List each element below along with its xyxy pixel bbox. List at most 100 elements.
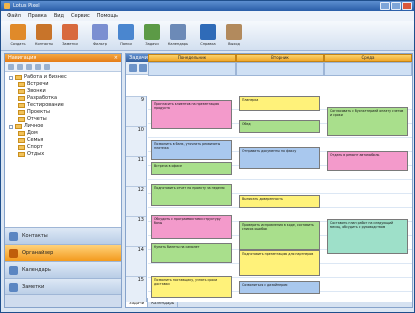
module-label-2: Календарь: [22, 267, 51, 273]
toolbar-button-4[interactable]: Папки: [113, 21, 139, 51]
close-icon[interactable]: ×: [114, 54, 118, 62]
module-button-0[interactable]: Контакты: [5, 227, 121, 244]
toolbar-button-6[interactable]: Календарь: [165, 21, 191, 51]
toolbar-button-7[interactable]: Справка: [195, 21, 221, 51]
properties-icon[interactable]: [44, 64, 50, 70]
navigation-panel-title: Навигация: [8, 55, 37, 61]
time-slot-label: 10: [126, 126, 146, 154]
tree-node[interactable]: Семья: [9, 137, 121, 144]
folder-icon: [18, 152, 25, 157]
tree-node[interactable]: Личное: [9, 123, 121, 130]
folder-icon: [15, 75, 22, 80]
folder-icon: [18, 117, 25, 122]
appointment[interactable]: Обед: [239, 120, 320, 134]
tree-node[interactable]: Работа и бизнес: [9, 74, 121, 81]
tree-node-label: Отдых: [27, 151, 45, 157]
tree-node-label: Личное: [24, 123, 44, 129]
appointment[interactable]: Обсудить с программистами структуру базы: [151, 214, 232, 239]
appointment[interactable]: Позвонить поставщику, узнать сроки доста…: [151, 276, 232, 299]
tree-node[interactable]: Звонки: [9, 88, 121, 95]
menu-item-4[interactable]: Помощь: [97, 11, 118, 21]
appointment[interactable]: Пригласить клиентов на презентацию проду…: [151, 100, 232, 129]
menu-item-3[interactable]: Сервис: [71, 11, 90, 21]
add-folder-icon[interactable]: [8, 64, 14, 70]
tree-node[interactable]: Встречи: [9, 81, 121, 88]
appointment[interactable]: Подготовить презентацию для партнеров: [239, 250, 320, 277]
toolbar-label-8: Выход: [228, 42, 240, 46]
tree-node-label: Проекты: [27, 109, 50, 115]
window-controls: [380, 2, 412, 10]
module-button-3[interactable]: Заметки: [5, 278, 121, 295]
back-icon[interactable]: [129, 64, 137, 72]
expand-icon[interactable]: [9, 124, 13, 129]
tree-node[interactable]: Разработка: [9, 95, 121, 102]
appointment[interactable]: Согласовать с бухгалтерией оплату счетов…: [327, 107, 408, 136]
toolbar-button-8[interactable]: Выход: [221, 21, 247, 51]
folder-icon: [18, 82, 25, 87]
folder-tree: Работа и бизнес Встречи Звонки Разработка Те…: [5, 72, 121, 158]
toolbar-icon-8: [226, 24, 242, 40]
toolbar-button-0[interactable]: Создать: [5, 21, 31, 51]
module-switcher: Контакты Органайзер Календарь Заметки: [5, 227, 121, 295]
toolbar-label-1: Контакты: [34, 42, 53, 46]
minimize-button[interactable]: [380, 2, 390, 10]
module-label-1: Органайзер: [22, 250, 54, 256]
day-column-header[interactable]: Вторник: [236, 54, 324, 62]
appointment[interactable]: Подготовить отчет по проекту за неделю: [151, 184, 232, 206]
appointment[interactable]: Встреча в офисе: [151, 162, 232, 176]
tree-toolbar: [5, 62, 121, 72]
toolbar-button-5[interactable]: Задачи: [139, 21, 165, 51]
toolbar-icon-0: [10, 24, 26, 40]
appointment[interactable]: Планерка: [239, 96, 320, 112]
folder-icon: [18, 110, 25, 115]
delete-folder-icon[interactable]: [17, 64, 23, 70]
toolbar-button-3[interactable]: Фильтр: [87, 21, 113, 51]
module-button-1[interactable]: Органайзер: [5, 244, 121, 261]
all-day-area[interactable]: [324, 62, 412, 76]
module-switcher-footer: [5, 294, 121, 307]
day-column-header[interactable]: Среда: [324, 54, 412, 62]
tree-node[interactable]: Тестирование: [9, 102, 121, 109]
window-title: Lotus Pixel: [13, 3, 40, 9]
expand-icon[interactable]: [9, 75, 13, 80]
menu-item-0[interactable]: Файл: [7, 11, 21, 21]
time-ruler: 9 10 11 12 13 14 15: [126, 96, 147, 302]
appointment[interactable]: Составить план работ на следующий месяц,…: [327, 219, 408, 255]
tree-node[interactable]: Дом: [9, 130, 121, 137]
appointment[interactable]: Выписать доверенность: [239, 195, 320, 209]
toolbar-button-1[interactable]: Контакты: [31, 21, 57, 51]
toolbar-label-0: Создать: [10, 42, 26, 46]
tree-node-label: Семья: [27, 137, 44, 143]
time-slot-label: 9: [126, 96, 146, 124]
menu-bar: Файл Правка Вид Сервис Помощь: [1, 11, 414, 21]
module-button-2[interactable]: Календарь: [5, 261, 121, 278]
toolbar-icon-3: [92, 24, 108, 40]
folder-icon: [18, 145, 25, 150]
appointment[interactable]: Проверить исправления в коде, составить …: [239, 221, 320, 250]
menu-item-1[interactable]: Правка: [28, 11, 47, 21]
appointment[interactable]: Отдать в ремонт автомобиль: [327, 151, 408, 171]
appointment[interactable]: Позвонить в банк, уточнить реквизиты пла…: [151, 140, 232, 160]
folder-icon: [18, 89, 25, 94]
appointment[interactable]: Созвониться с дизайнером: [239, 280, 320, 294]
tree-node[interactable]: Проекты: [9, 109, 121, 116]
toolbar-button-2[interactable]: Заметки: [57, 21, 83, 51]
appointment[interactable]: Отправить документы по факсу: [239, 146, 320, 169]
navigation-panel: Навигация × Работа и бизнес Встречи Звонки…: [4, 53, 122, 308]
forward-icon[interactable]: [139, 64, 147, 72]
toolbar-label-3: Фильтр: [93, 42, 107, 46]
tree-node[interactable]: Отчеты: [9, 116, 121, 123]
tree-node[interactable]: Спорт: [9, 144, 121, 151]
move-up-icon[interactable]: [26, 64, 32, 70]
all-day-area[interactable]: [236, 62, 324, 76]
menu-item-2[interactable]: Вид: [54, 11, 64, 21]
appointment[interactable]: Купить билеты на самолет: [151, 243, 232, 264]
module-label-0: Контакты: [22, 233, 48, 239]
maximize-button[interactable]: [391, 2, 401, 10]
move-down-icon[interactable]: [35, 64, 41, 70]
folder-icon: [18, 103, 25, 108]
all-day-area[interactable]: [148, 62, 236, 76]
day-column-header[interactable]: Понедельник: [148, 54, 236, 62]
close-button[interactable]: [402, 2, 412, 10]
tree-node[interactable]: Отдых: [9, 151, 121, 158]
